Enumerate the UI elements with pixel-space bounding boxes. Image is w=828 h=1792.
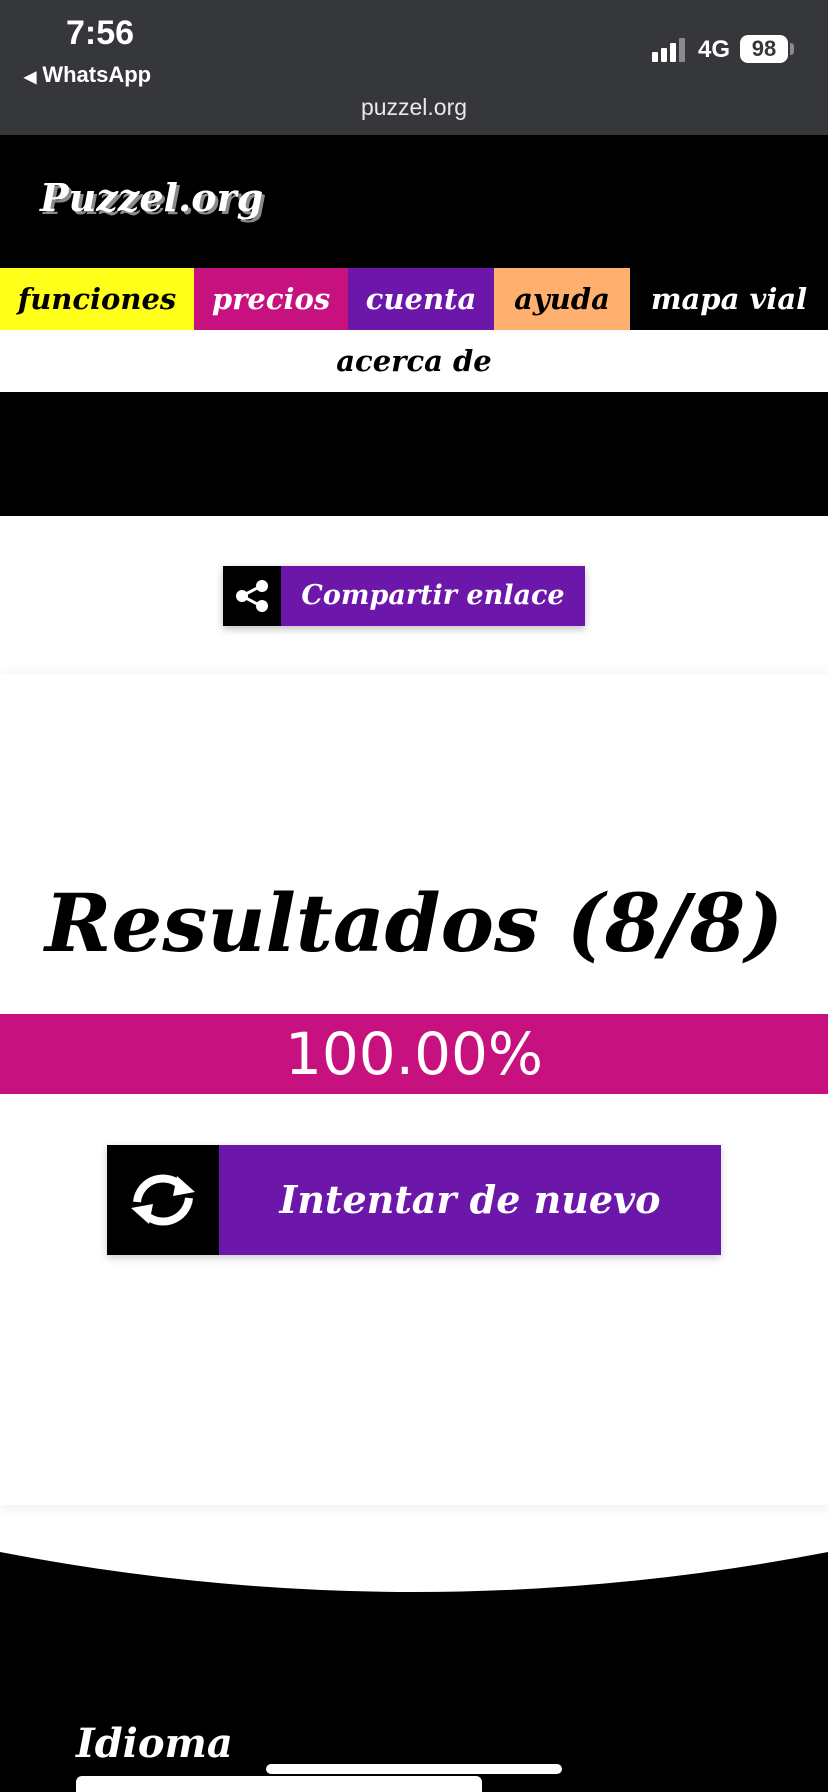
share-link-label: Compartir enlace	[281, 566, 585, 626]
battery-tip	[790, 43, 794, 55]
nav-item-funciones[interactable]: funciones	[0, 268, 194, 330]
site-logo[interactable]: Puzzel.org	[40, 175, 263, 220]
home-indicator	[266, 1764, 562, 1774]
results-card-bottom	[0, 1495, 828, 1505]
battery-icon: 98	[740, 35, 788, 63]
share-link-button[interactable]: Compartir enlace	[223, 566, 585, 626]
status-time: 7:56	[66, 14, 135, 52]
back-to-app-link[interactable]: ◀ WhatsApp	[24, 62, 151, 88]
refresh-icon	[107, 1145, 219, 1255]
nav-item-acerca-de[interactable]: acerca de	[0, 330, 828, 392]
nav-item-ayuda[interactable]: ayuda	[494, 268, 630, 330]
score-bar: 100.00%	[0, 1014, 828, 1094]
nav-item-mapa-vial[interactable]: mapa vial	[630, 268, 828, 330]
try-again-button[interactable]: Intentar de nuevo	[107, 1145, 721, 1255]
nav-item-cuenta[interactable]: cuenta	[348, 268, 494, 330]
signal-icon	[652, 38, 685, 62]
back-app-label: WhatsApp	[42, 62, 152, 87]
main-nav: funciones precios cuenta ayuda mapa vial	[0, 268, 828, 330]
language-select[interactable]	[76, 1776, 482, 1792]
site-header: Puzzel.org	[0, 135, 828, 268]
network-type: 4G	[698, 36, 731, 63]
back-triangle-icon: ◀	[24, 69, 37, 86]
results-card-edge	[0, 674, 828, 684]
language-label: Idioma	[76, 1720, 233, 1767]
share-icon	[223, 566, 281, 626]
try-again-label: Intentar de nuevo	[219, 1145, 721, 1255]
results-title: Resultados (8/8)	[44, 876, 784, 970]
status-bar: 7:56 ◀ WhatsApp 4G 98 puzzel.org	[0, 0, 828, 135]
nav-item-precios[interactable]: precios	[194, 268, 348, 330]
banner-area	[0, 392, 828, 516]
url-bar[interactable]: puzzel.org	[0, 94, 828, 121]
